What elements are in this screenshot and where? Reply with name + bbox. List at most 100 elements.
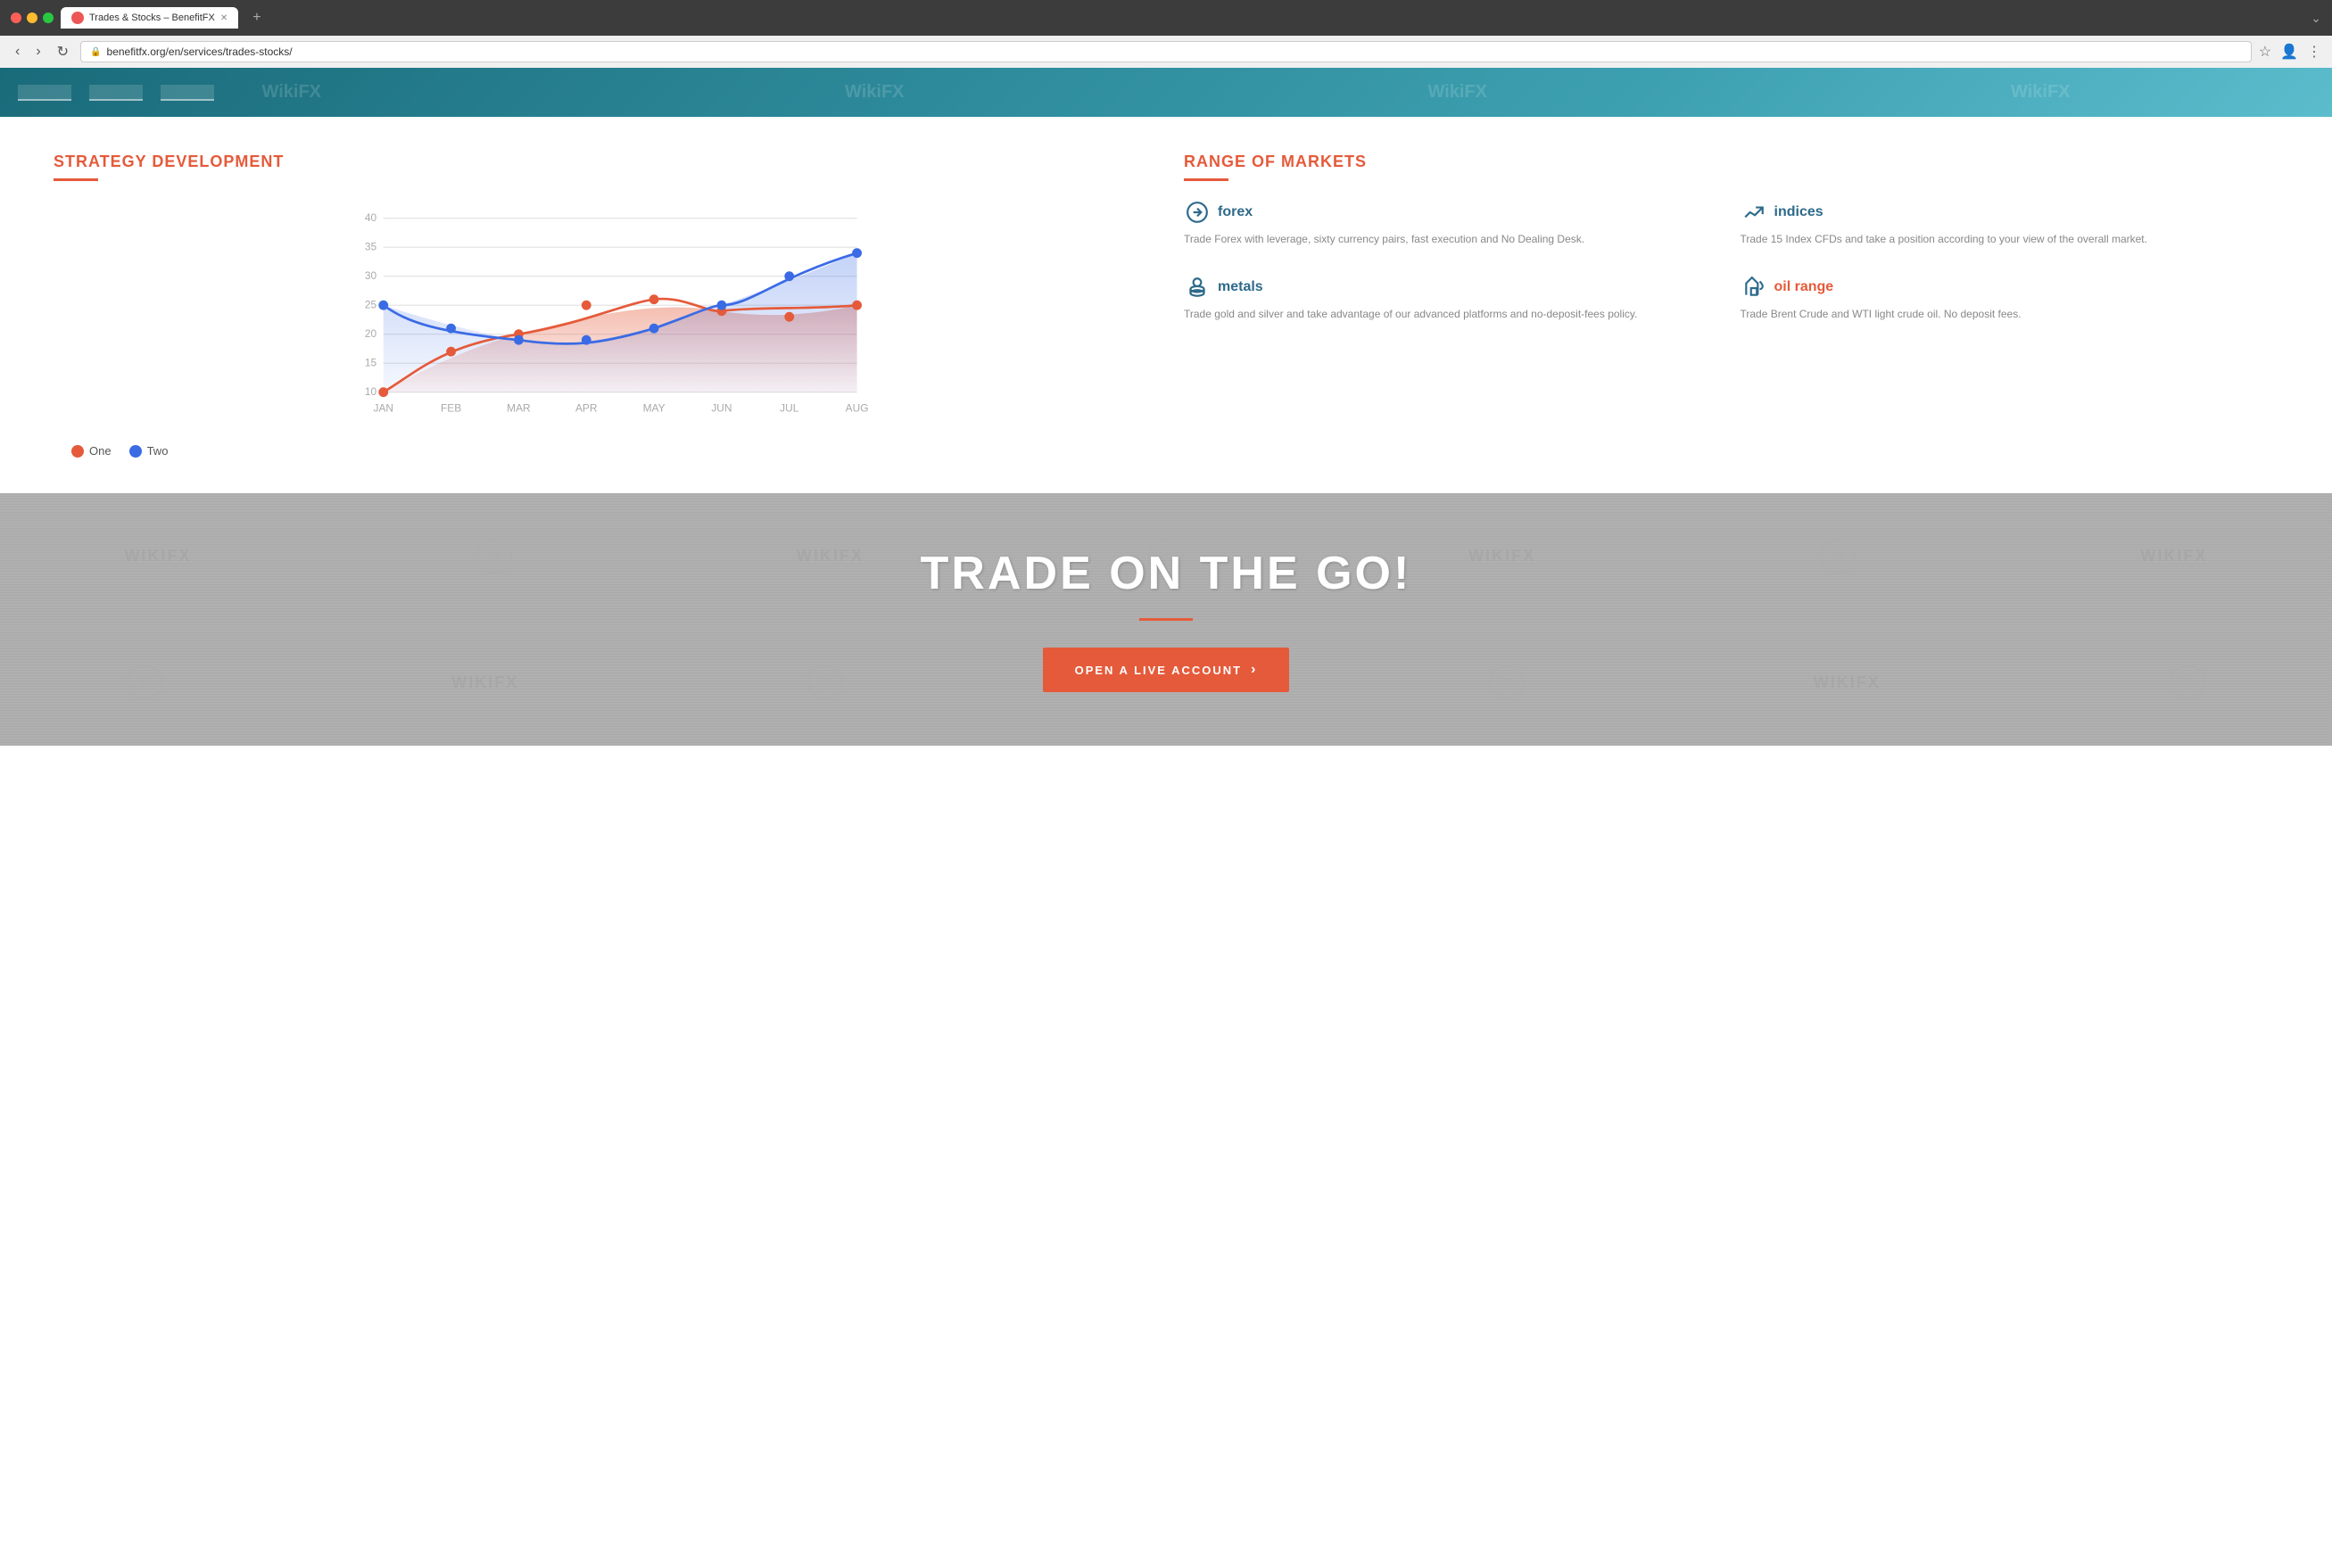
address-bar[interactable]: 🔒 benefitfx.org/en/services/trades-stock… [80,41,2252,62]
cta-button-label: OPEN A LIVE ACCOUNT [1075,664,1243,677]
market-item-oil-range: oil range Trade Brent Crude and WTI ligh… [1741,274,2279,322]
market-item-metals: metals Trade gold and silver and take ad… [1184,274,1723,322]
oil-range-icon [1741,274,1767,301]
indices-icon [1741,199,1767,226]
wm-logo-7: W [2170,664,2205,700]
wm-logo-6: W [1489,664,1525,700]
forex-name: forex [1218,204,1253,220]
chart-legend: One Two [54,444,1148,458]
profile-icon[interactable]: 👤 [2280,43,2298,61]
svg-text:MAY: MAY [643,401,666,414]
svg-text:30: 30 [365,269,377,282]
cta-underline [1139,618,1193,621]
metals-icon [1184,274,1211,301]
menu-icon[interactable]: ⋮ [2307,43,2321,61]
forex-desc: Trade Forex with leverage, sixty currenc… [1184,231,1723,247]
red-dot-jan [378,387,388,397]
wm-logo-5: W [807,664,843,700]
indices-desc: Trade 15 Index CFDs and take a position … [1741,231,2279,247]
markets-grid: forex Trade Forex with leverage, sixty c… [1184,199,2278,322]
markets-title: RANGE OF MARKETS [1184,153,2278,171]
cta-arrow-icon: › [1251,662,1257,678]
svg-text:15: 15 [365,356,377,368]
browser-titlebar: Trades & Stocks – BenefitFX ✕ + ⌄ [0,0,2332,36]
market-header-indices: indices [1741,199,2279,226]
indices-name: indices [1774,204,1823,220]
url-display: benefitfx.org/en/services/trades-stocks/ [107,45,293,58]
metals-name: metals [1218,279,1263,295]
svg-text:AUG: AUG [846,401,869,414]
oil-range-name: oil range [1774,279,1834,295]
open-live-account-button[interactable]: OPEN A LIVE ACCOUNT › [1043,648,1290,692]
minimize-button[interactable] [27,12,37,23]
blue-dot-jun [717,301,727,310]
blue-dot-aug [852,248,862,258]
security-icon: 🔒 [90,47,101,57]
tab-close-icon[interactable]: ✕ [220,13,227,23]
strategy-chart: 40 35 30 25 20 15 10 JAN FEB MAR APR MAY… [54,199,1148,431]
legend-label-one: One [89,444,112,458]
svg-text:JAN: JAN [374,401,394,414]
red-dot-may [649,294,659,304]
metals-desc: Trade gold and silver and take advantage… [1184,306,1723,322]
blue-dot-mar [514,335,524,345]
forex-icon [1184,199,1211,226]
tab-favicon [71,12,84,24]
toolbar-icons: ☆ 👤 ⋮ [2259,43,2321,61]
strategy-underline [54,178,98,181]
strategy-title: STRATEGY DEVELOPMENT [54,153,1148,171]
svg-text:JUN: JUN [711,401,732,414]
svg-text:35: 35 [365,240,377,252]
cta-section: WikiFX W WikiFX W WikiFX W WikiFX W Wiki… [0,493,2332,746]
svg-text:FEB: FEB [441,401,461,414]
new-tab-button[interactable]: + [245,10,268,26]
header-tab-1[interactable] [18,85,71,101]
traffic-lights [11,12,54,23]
cta-title: TRADE ON THE GO! [18,547,2314,600]
reload-button[interactable]: ↻ [53,41,73,62]
wm-text-5: WikiFX [451,673,518,692]
svg-text:APR: APR [575,401,598,414]
market-item-indices: indices Trade 15 Index CFDs and take a p… [1741,199,2279,247]
legend-two: Two [129,444,169,458]
market-header-metals: metals [1184,274,1723,301]
chart-container: 40 35 30 25 20 15 10 JAN FEB MAR APR MAY… [54,199,1148,435]
browser-tab[interactable]: Trades & Stocks – BenefitFX ✕ [61,7,238,29]
strategy-section: STRATEGY DEVELOPMENT 40 35 30 25 20 15 1… [54,153,1148,458]
browser-dropdown-icon[interactable]: ⌄ [2311,11,2321,26]
browser-chrome: Trades & Stocks – BenefitFX ✕ + ⌄ ‹ › ↻ … [0,0,2332,68]
markets-section: RANGE OF MARKETS forex Trade Forex with … [1184,153,2278,458]
close-button[interactable] [11,12,21,23]
blue-dot-jan [378,301,388,310]
svg-text:25: 25 [365,298,377,310]
market-header-forex: forex [1184,199,1723,226]
oil-range-desc: Trade Brent Crude and WTI light crude oi… [1741,306,2279,322]
legend-dot-two [129,445,142,458]
legend-one: One [71,444,112,458]
maximize-button[interactable] [43,12,54,23]
header-tab-3[interactable] [161,85,214,101]
blue-dot-apr [582,335,591,345]
wm-logo-4: W [127,664,162,700]
back-button[interactable]: ‹ [11,42,24,62]
header-tab-2[interactable] [89,85,143,101]
red-dot-apr [582,301,591,310]
markets-underline [1184,178,1228,181]
header-watermark: WikiFXWikiFXWikiFXWikiFX [0,68,2332,117]
svg-text:MAR: MAR [507,401,531,414]
page-header-area: WikiFXWikiFXWikiFXWikiFX [0,68,2332,117]
main-content: STRATEGY DEVELOPMENT 40 35 30 25 20 15 1… [0,117,2332,493]
wm-text-7: WikiFX [1814,673,1881,692]
blue-dot-feb [446,324,456,334]
forward-button[interactable]: › [31,42,45,62]
market-item-forex: forex Trade Forex with leverage, sixty c… [1184,199,1723,247]
market-header-oil-range: oil range [1741,274,2279,301]
svg-text:JUL: JUL [780,401,799,414]
red-dot-aug [852,301,862,310]
blue-dot-jul [784,271,794,281]
svg-text:10: 10 [365,385,377,398]
legend-dot-one [71,445,84,458]
svg-text:20: 20 [365,327,377,340]
bookmark-icon[interactable]: ☆ [2259,43,2271,61]
browser-toolbar: ‹ › ↻ 🔒 benefitfx.org/en/services/trades… [0,36,2332,68]
